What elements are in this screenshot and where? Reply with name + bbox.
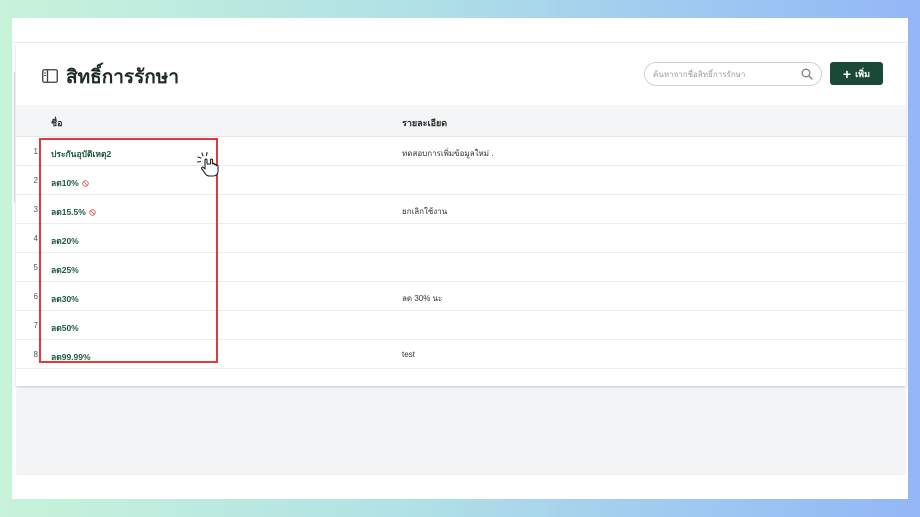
content-panel: สิทธิ์การรักษา + เพิ่ม ชื่อ รายละเอียด 1…	[16, 43, 906, 386]
row-name-link[interactable]: ลด99.99%	[51, 350, 91, 364]
table-row[interactable]: 3 ลด15.5% ยกเลิกใช้งาน	[16, 195, 906, 224]
row-index: 4	[33, 234, 38, 243]
row-name-link[interactable]: ลด15.5%	[51, 205, 96, 219]
ban-icon	[82, 180, 89, 187]
row-index: 5	[33, 263, 38, 272]
table-header: ชื่อ รายละเอียด	[16, 105, 906, 137]
ban-icon	[89, 209, 96, 216]
table-row[interactable]: 7 ลด50%	[16, 311, 906, 340]
row-name-text: ประกันอุบัติเหตุ2	[51, 149, 112, 159]
table-row[interactable]: 2 ลด10%	[16, 166, 906, 195]
row-name-link[interactable]: ลด50%	[51, 321, 79, 335]
row-index: 8	[33, 350, 38, 359]
data-table: ชื่อ รายละเอียด 1 ประกันอุบัติเหตุ2 ทดสอบก…	[16, 105, 906, 369]
add-button-label: เพิ่ม	[855, 68, 871, 79]
table-row[interactable]: 6 ลด30% ลด 30% นะ	[16, 282, 906, 311]
row-name-text: ลด50%	[51, 323, 79, 333]
row-name-text: ลด25%	[51, 265, 79, 275]
row-index: 6	[33, 292, 38, 301]
row-index: 7	[33, 321, 38, 330]
table-row[interactable]: 1 ประกันอุบัติเหตุ2 ทดสอบการเพิ่มข้อมูลใหม…	[16, 137, 906, 166]
plus-icon: +	[842, 65, 852, 82]
row-detail: ยกเลิกใช้งาน	[402, 207, 448, 216]
table-body: 1 ประกันอุบัติเหตุ2 ทดสอบการเพิ่มข้อมูลใหม…	[16, 137, 906, 369]
row-name-link[interactable]: ลด10%	[51, 176, 89, 190]
row-index: 1	[33, 147, 38, 156]
table-row[interactable]: 8 ลด99.99% test	[16, 340, 906, 369]
column-header-detail[interactable]: รายละเอียด	[402, 116, 447, 130]
row-name-link[interactable]: ลด20%	[51, 234, 79, 248]
search-box[interactable]	[644, 62, 822, 86]
add-button[interactable]: + เพิ่ม	[830, 62, 883, 85]
row-detail: test	[402, 350, 415, 359]
app-window: สิทธิ์การรักษา + เพิ่ม ชื่อ รายละเอียด 1…	[12, 18, 908, 499]
top-bar	[12, 18, 908, 43]
sidebar-panel-icon[interactable]	[42, 69, 58, 83]
page-title: สิทธิ์การรักษา	[66, 67, 179, 88]
empty-area	[16, 388, 906, 475]
row-index: 2	[33, 176, 38, 185]
column-header-name[interactable]: ชื่อ	[51, 116, 63, 130]
table-row[interactable]: 5 ลด25%	[16, 253, 906, 282]
hand-pointer-icon	[196, 151, 219, 177]
row-name-text: ลด10%	[51, 178, 79, 188]
row-name-link[interactable]: ลด25%	[51, 263, 79, 277]
row-name-link[interactable]: ลด30%	[51, 292, 79, 306]
row-name-text: ลด20%	[51, 236, 79, 246]
row-detail: ทดสอบการเพิ่มข้อมูลใหม่ .	[402, 149, 494, 158]
row-name-text: ลด30%	[51, 294, 79, 304]
left-edge-divider	[14, 72, 15, 202]
row-detail: ลด 30% นะ	[402, 294, 443, 303]
row-name-text: ลด99.99%	[51, 352, 91, 362]
row-name-link[interactable]: ประกันอุบัติเหตุ2	[51, 147, 111, 161]
page-header: สิทธิ์การรักษา + เพิ่ม	[16, 43, 906, 105]
search-icon[interactable]	[801, 68, 813, 80]
search-input[interactable]	[653, 65, 793, 83]
table-row[interactable]: 4 ลด20%	[16, 224, 906, 253]
row-index: 3	[33, 205, 38, 214]
row-name-text: ลด15.5%	[51, 207, 86, 217]
